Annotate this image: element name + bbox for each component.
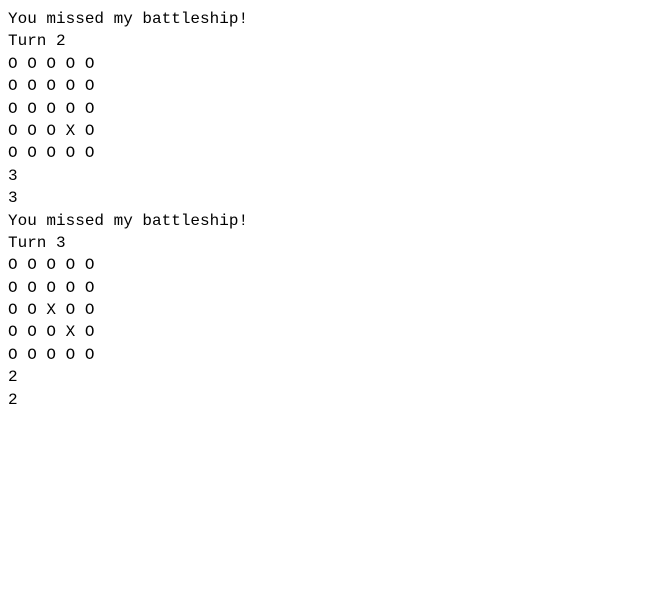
game-output: You missed my battleship! Turn 2 O O O O… [8, 8, 662, 411]
